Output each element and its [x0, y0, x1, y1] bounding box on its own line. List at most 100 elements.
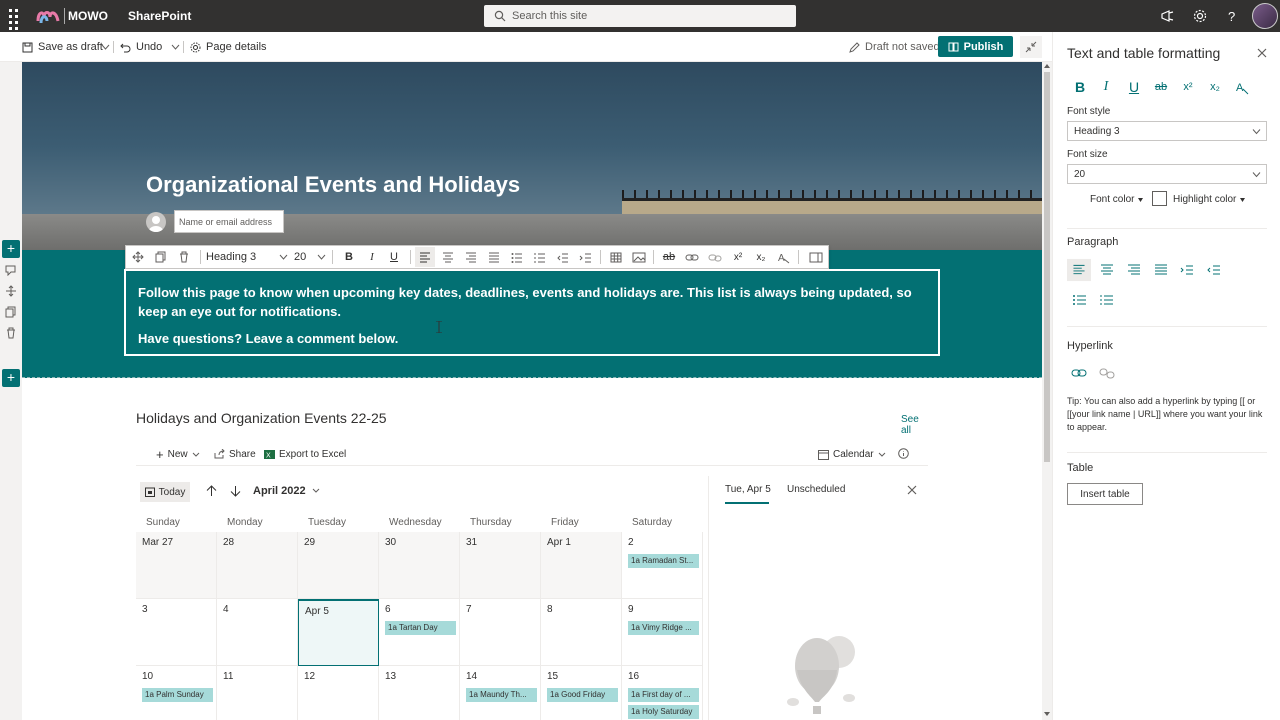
calendar-day-cell[interactable]: 31: [460, 532, 541, 599]
save-dropdown-chevron-icon[interactable]: [101, 43, 110, 51]
clear-formatting-icon[interactable]: A: [774, 247, 794, 267]
view-switcher[interactable]: Calendar: [818, 444, 886, 464]
pane-italic-button[interactable]: I: [1095, 76, 1117, 98]
app-name[interactable]: SharePoint: [128, 9, 191, 23]
calendar-day-cell[interactable]: Apr 5: [298, 599, 379, 666]
canvas-scrollbar[interactable]: [1042, 62, 1052, 720]
pane-numbered-list-icon[interactable]: [1095, 288, 1119, 312]
calendar-day-cell[interactable]: 7: [460, 599, 541, 666]
copy-icon[interactable]: [155, 251, 167, 263]
calendar-day-cell[interactable]: 9 1a Vimy Ridge ...: [622, 599, 703, 666]
bold-button[interactable]: B: [339, 246, 359, 268]
megaphone-icon[interactable]: [1160, 8, 1176, 24]
calendar-day-cell[interactable]: 16 1a First day of ... 1a Holy Saturday: [622, 666, 703, 720]
align-center-icon[interactable]: [438, 247, 458, 267]
calendar-day-cell[interactable]: 29: [298, 532, 379, 599]
page-details-button[interactable]: Page details: [190, 32, 267, 62]
calendar-day-cell[interactable]: 6 1a Tartan Day: [379, 599, 460, 666]
toolbox-pane-icon[interactable]: [806, 247, 826, 267]
calendar-day-cell[interactable]: 30: [379, 532, 460, 599]
calendar-event[interactable]: 1a Good Friday: [547, 688, 618, 702]
help-icon[interactable]: ?: [1224, 8, 1240, 24]
justify-icon[interactable]: [484, 247, 504, 267]
events-title[interactable]: Holidays and Organization Events 22-25: [136, 410, 387, 426]
font-size-dropdown[interactable]: 20: [1067, 164, 1267, 184]
tab-selected-day[interactable]: Tue, Apr 5: [725, 484, 771, 495]
info-icon[interactable]: [898, 448, 909, 459]
delete-icon[interactable]: [178, 251, 190, 263]
pane-bullet-list-icon[interactable]: [1068, 288, 1092, 312]
move-icon[interactable]: [132, 251, 144, 263]
new-button[interactable]: + New: [156, 444, 200, 464]
style-dropdown[interactable]: Heading 3: [206, 246, 288, 268]
pane-subscript-button[interactable]: x₂: [1204, 76, 1226, 98]
decrease-indent-icon[interactable]: [553, 247, 573, 267]
calendar-day-cell[interactable]: 2 1a Ramadan St...: [622, 532, 703, 599]
insert-table-button[interactable]: Insert table: [1067, 483, 1143, 505]
calendar-day-cell[interactable]: 12: [298, 666, 379, 720]
text-web-part[interactable]: Follow this page to know when upcoming k…: [124, 269, 940, 356]
subscript-button[interactable]: x₂: [751, 246, 771, 268]
settings-gear-icon[interactable]: [1192, 8, 1208, 24]
calendar-day-cell[interactable]: 15 1a Good Friday: [541, 666, 622, 720]
pane-clear-formatting-icon[interactable]: A: [1231, 76, 1253, 98]
title-area-banner[interactable]: Organizational Events and Holidays Name …: [22, 62, 1042, 250]
pane-justify-icon[interactable]: [1149, 258, 1173, 282]
close-pane-icon[interactable]: [1257, 48, 1267, 58]
calendar-day-cell[interactable]: Mar 27: [136, 532, 217, 599]
calendar-day-cell[interactable]: 8: [541, 599, 622, 666]
pane-align-left-icon[interactable]: [1067, 258, 1091, 282]
pane-strikethrough-button[interactable]: ab: [1150, 76, 1172, 98]
superscript-button[interactable]: x²: [728, 246, 748, 268]
font-style-dropdown[interactable]: Heading 3: [1067, 121, 1267, 141]
add-section-button-bottom[interactable]: +: [2, 369, 20, 387]
italic-button[interactable]: I: [362, 246, 382, 268]
delete-section-icon[interactable]: [5, 327, 17, 339]
calendar-event[interactable]: 1a Ramadan St...: [628, 554, 699, 568]
table-icon[interactable]: [606, 247, 626, 267]
calendar-day-cell[interactable]: 3: [136, 599, 217, 666]
strikethrough-button[interactable]: ab: [659, 246, 679, 268]
pane-decrease-indent-icon[interactable]: [1202, 258, 1226, 282]
save-as-draft-button[interactable]: Save as draft: [22, 32, 103, 62]
add-section-button-top[interactable]: +: [2, 240, 20, 258]
see-all-link[interactable]: See all: [901, 414, 928, 436]
pane-link-icon[interactable]: [1069, 365, 1089, 381]
align-left-icon[interactable]: [415, 247, 435, 267]
undo-button[interactable]: Undo: [120, 32, 162, 62]
calendar-event[interactable]: 1a Palm Sunday: [142, 688, 213, 702]
month-picker[interactable]: April 2022: [253, 485, 320, 497]
duplicate-section-icon[interactable]: [5, 306, 17, 318]
highlight-color-swatch[interactable]: [1152, 191, 1167, 206]
user-avatar[interactable]: [1252, 3, 1278, 29]
scroll-up-arrow-icon[interactable]: [1043, 63, 1051, 69]
size-dropdown[interactable]: 20: [294, 246, 326, 268]
underline-button[interactable]: U: [384, 246, 404, 268]
calendar-event[interactable]: 1a Maundy Th...: [466, 688, 537, 702]
move-section-icon[interactable]: [5, 285, 17, 297]
scrollbar-thumb[interactable]: [1044, 72, 1050, 462]
collapse-pane-button[interactable]: [1020, 36, 1042, 58]
image-icon[interactable]: [629, 247, 649, 267]
highlight-color-button[interactable]: Highlight color: [1173, 194, 1246, 205]
pane-underline-button[interactable]: U: [1123, 76, 1145, 98]
calendar-day-cell[interactable]: 14 1a Maundy Th...: [460, 666, 541, 720]
calendar-day-cell[interactable]: 4: [217, 599, 298, 666]
increase-indent-icon[interactable]: [576, 247, 596, 267]
edit-section-icon[interactable]: [5, 264, 17, 276]
site-search-box[interactable]: Search this site: [484, 5, 796, 27]
bullet-list-icon[interactable]: [507, 247, 527, 267]
app-launcher-icon[interactable]: [6, 6, 26, 36]
pane-unlink-icon[interactable]: [1097, 365, 1117, 381]
calendar-event[interactable]: 1a Tartan Day: [385, 621, 456, 635]
undo-dropdown-chevron-icon[interactable]: [171, 43, 180, 51]
close-icon[interactable]: [906, 484, 918, 496]
unlink-icon[interactable]: [705, 247, 725, 267]
calendar-day-cell[interactable]: 10 1a Palm Sunday: [136, 666, 217, 720]
calendar-event[interactable]: 1a First day of ...: [628, 688, 699, 702]
pane-superscript-button[interactable]: x²: [1177, 76, 1199, 98]
calendar-day-cell[interactable]: 28: [217, 532, 298, 599]
calendar-event[interactable]: 1a Holy Saturday: [628, 705, 699, 719]
scroll-down-arrow-icon[interactable]: [1043, 711, 1051, 717]
pane-align-center-icon[interactable]: [1095, 258, 1119, 282]
